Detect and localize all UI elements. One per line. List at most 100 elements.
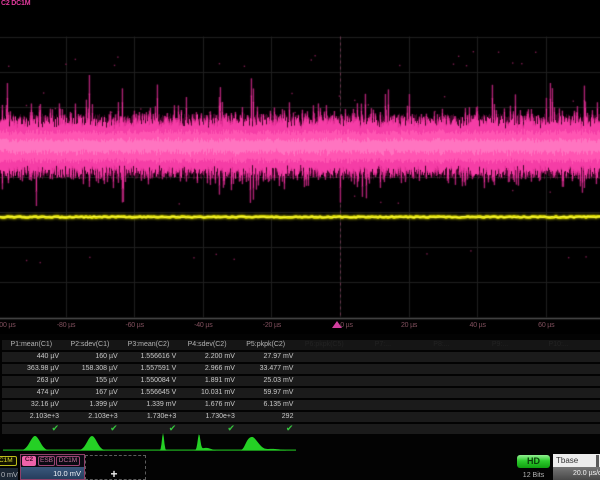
param-value-cell	[354, 376, 413, 386]
c2-eres-badge[interactable]: ESB	[38, 456, 55, 466]
param-value-cell	[354, 352, 413, 362]
param-value-cell: 263 µV	[2, 376, 61, 386]
param-value-cell	[295, 376, 354, 386]
param-value-cell: 167 µV	[61, 388, 120, 398]
time-axis-label: 40 µs	[448, 322, 508, 329]
time-axis-label: -20 µs	[242, 322, 302, 329]
param-value-cell	[295, 364, 354, 374]
param-value-cell	[588, 388, 600, 398]
param-value-cell: 292	[236, 412, 295, 422]
hd-bits-label: 12 Bits	[516, 472, 551, 479]
param-value-cell	[412, 400, 471, 410]
param-value-cell: 1.730e+3	[178, 412, 237, 422]
c2-channel-badge[interactable]: C2	[22, 456, 36, 466]
param-value-cell	[354, 400, 413, 410]
param-value-cell	[412, 352, 471, 362]
descriptor-divider	[596, 455, 599, 467]
param-value-cell: 1.557591 V	[119, 364, 178, 374]
param-value-cell	[471, 400, 530, 410]
param-value-cell	[354, 388, 413, 398]
waveform-grid-area[interactable]	[0, 0, 600, 334]
table-row: 2.103e+32.103e+31.730e+31.730e+3292	[2, 412, 600, 422]
timebase-descriptor-header[interactable]: Tbase	[553, 454, 600, 467]
param-value-cell: 6.135 mV	[236, 400, 295, 410]
param-value-cell	[412, 388, 471, 398]
param-value-cell	[295, 352, 354, 362]
param-header-2[interactable]: P2:sdev(C1)	[61, 340, 120, 350]
param-header-11[interactable]: P11:...	[588, 340, 600, 350]
histicon-shape[interactable]	[23, 436, 49, 451]
param-value-cell	[295, 412, 354, 422]
trace-descriptor-label: C2 DC1M	[1, 0, 30, 7]
table-row: 263 µV155 µV1.550084 V1.891 mV25.03 mV	[2, 376, 600, 386]
param-value-cell: 59.97 mV	[236, 388, 295, 398]
table-row: 440 µV160 µV1.556616 V2.200 mV27.97 mV	[2, 352, 600, 362]
param-value-cell	[588, 400, 600, 410]
c2-vdiv-value: 10.0 mV	[21, 469, 81, 478]
param-value-cell: 158.308 µV	[61, 364, 120, 374]
param-value-cell	[529, 364, 588, 374]
table-row: 363.98 µV158.308 µV1.557591 V2.966 mV33.…	[2, 364, 600, 374]
param-value-cell	[471, 364, 530, 374]
param-value-cell: 1.550084 V	[119, 376, 178, 386]
param-header-9[interactable]: P9:...	[471, 340, 530, 350]
param-value-cell: 2.966 mV	[178, 364, 237, 374]
time-axis-label: -80 µs	[36, 322, 96, 329]
param-value-cell: 1.399 µV	[61, 400, 120, 410]
param-value-cell	[588, 352, 600, 362]
param-value-cell: 25.03 mV	[236, 376, 295, 386]
param-header-7[interactable]: P7:...	[354, 340, 413, 350]
param-value-cell	[412, 376, 471, 386]
param-value-cell	[471, 388, 530, 398]
histicon-shape[interactable]	[80, 436, 105, 451]
param-value-cell: 1.556645 V	[119, 388, 178, 398]
param-value-cell	[529, 388, 588, 398]
param-header-6[interactable]: P6:pkpk(C5)	[295, 340, 354, 350]
param-header-4[interactable]: P4:sdev(C2)	[178, 340, 237, 350]
c1-vdiv-value: 0 mV	[1, 470, 21, 479]
param-value-cell	[412, 412, 471, 422]
time-axis-label: -100 µs	[0, 322, 35, 329]
param-value-cell	[588, 364, 600, 374]
time-axis-label: -40 µs	[173, 322, 233, 329]
param-value-cell: 1.676 mV	[178, 400, 237, 410]
hd-mode-badge[interactable]: HD	[517, 455, 550, 468]
histicon-shape[interactable]	[159, 433, 170, 451]
param-value-cell: 160 µV	[61, 352, 120, 362]
param-value-cell	[529, 412, 588, 422]
time-axis-label: -60 µs	[105, 322, 165, 329]
table-row: 32.16 µV1.399 µV1.339 mV1.676 mV6.135 mV	[2, 400, 600, 410]
param-value-cell	[354, 412, 413, 422]
param-value-cell: 1.891 mV	[178, 376, 237, 386]
param-value-cell: 440 µV	[2, 352, 61, 362]
oscilloscope-screen: C2 DC1M -100 µs-80 µs -60 µs -40 µs -20 µs 0…	[0, 0, 600, 480]
param-value-cell	[295, 388, 354, 398]
param-value-cell: 27.97 mV	[236, 352, 295, 362]
add-trace-plus-icon[interactable]: +	[107, 467, 121, 480]
trigger-position-marker[interactable]	[332, 321, 342, 328]
param-header-10[interactable]: P10:...	[529, 340, 588, 350]
histicon-shape[interactable]	[241, 437, 286, 451]
c2-coupling-badge[interactable]: DC1M	[56, 456, 80, 466]
param-header-5[interactable]: P5:pkpk(C2)	[236, 340, 295, 350]
table-row: 474 µV167 µV1.556645 V10.031 mV59.97 mV	[2, 388, 600, 398]
measurement-histicons[interactable]	[0, 429, 600, 455]
histicon-shape[interactable]	[194, 434, 216, 450]
c1-coupling-badge[interactable]: DC1M	[0, 456, 17, 466]
param-value-cell: 32.16 µV	[2, 400, 61, 410]
param-value-cell: 1.339 mV	[119, 400, 178, 410]
param-header-1[interactable]: P1:mean(C1)	[2, 340, 61, 350]
param-value-cell	[471, 352, 530, 362]
param-value-cell: 2.200 mV	[178, 352, 237, 362]
param-value-cell: 33.477 mV	[236, 364, 295, 374]
param-value-cell: 2.103e+3	[2, 412, 61, 422]
table-row: P1:mean(C1)P2:sdev(C1)P3:mean(C2)P4:sdev…	[2, 340, 600, 350]
param-value-cell: 155 µV	[61, 376, 120, 386]
param-value-cell: 10.031 mV	[178, 388, 237, 398]
param-value-cell: 474 µV	[2, 388, 61, 398]
param-header-3[interactable]: P3:mean(C2)	[119, 340, 178, 350]
param-value-cell	[588, 376, 600, 386]
time-axis-label: 60 µs	[516, 322, 576, 329]
param-value-cell	[529, 400, 588, 410]
param-header-8[interactable]: P8:...	[412, 340, 471, 350]
